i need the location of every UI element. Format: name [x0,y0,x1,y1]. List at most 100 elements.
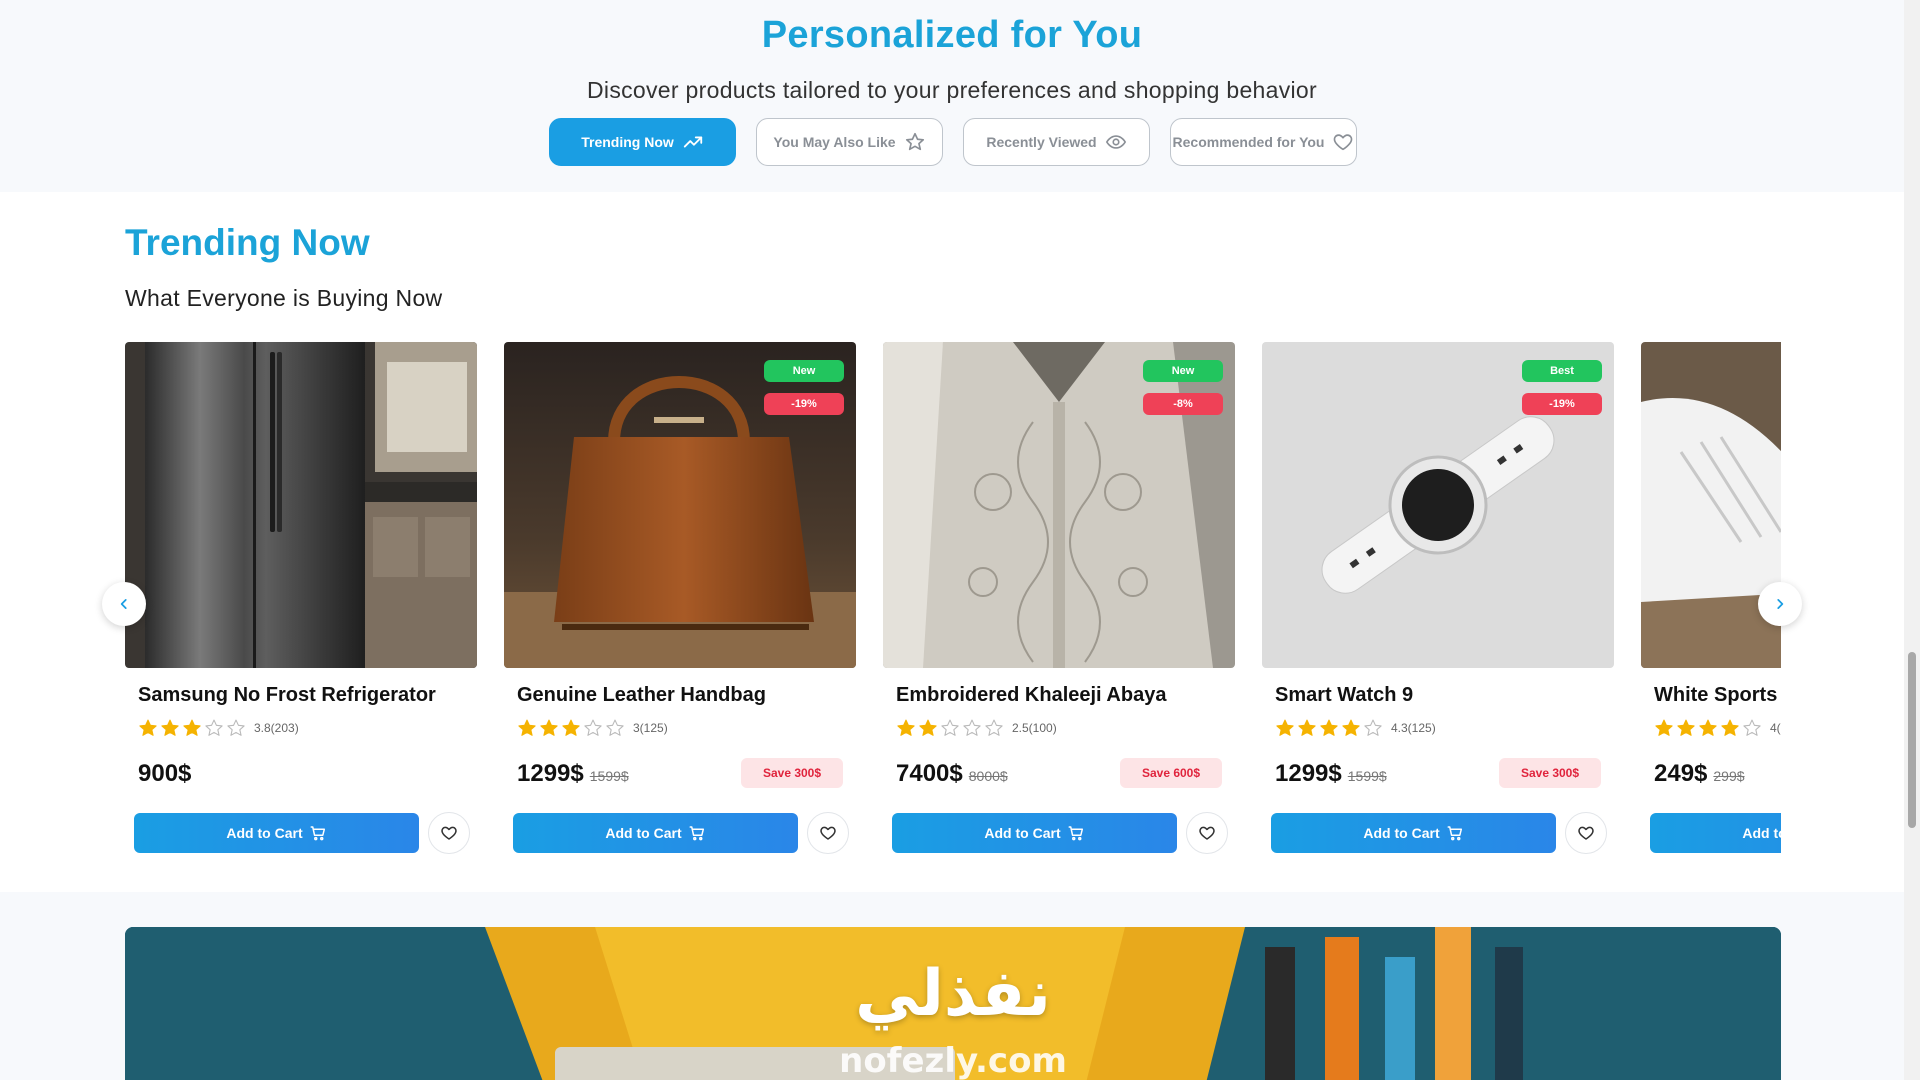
save-badge: Save 300$ [1499,758,1601,788]
rating-text: 3(125) [633,721,668,735]
old-price: 1599$ [1347,768,1387,784]
heart-icon [1199,826,1215,840]
recommendation-tabs: Trending Now You May Also Like Recently … [549,118,1357,166]
discount-badge: -19% [764,393,844,415]
old-price: 1599$ [589,768,629,784]
star-empty-icon [227,719,245,736]
add-to-cart-button[interactable]: Add to Cart [892,813,1177,853]
carousel-prev-button[interactable] [102,582,146,626]
add-to-cart-label: Add to Cart [1742,825,1781,841]
star-empty-icon [963,719,981,736]
product-name[interactable]: Genuine Leather Handbag [517,684,766,707]
star-filled-icon [1320,719,1338,736]
star-filled-icon [562,719,580,736]
old-price: 8000$ [968,768,1008,784]
product-name[interactable]: White Sports Shoes [1654,684,1781,707]
wishlist-button[interactable] [807,812,849,854]
page-title: Personalized for You [761,14,1143,56]
star-filled-icon [897,719,915,736]
wishlist-button[interactable] [428,812,470,854]
product-image-abaya[interactable]: New -8% [883,342,1235,668]
star-filled-icon [161,719,179,736]
chevron-left-icon [120,599,127,609]
save-badge: Save 600$ [1120,758,1222,788]
product-carousel: Samsung No Frost Refrigerator 3.8(203) 9… [125,342,1781,862]
product-price: 1299$ [517,760,584,787]
star-empty-icon [1743,719,1761,736]
add-to-cart-button[interactable]: Add to Cart [513,813,798,853]
product-image-handbag[interactable]: New -19% [504,342,856,668]
add-to-cart-label: Add to Cart [226,825,303,841]
trending-up-icon [683,136,702,148]
tab-label: Trending Now [581,134,674,150]
price-row: 7400$ 8000$ [896,760,1008,788]
star-empty-icon [205,719,223,736]
product-card[interactable]: Best -19% Smart Watch 9 4.3(125) 1299$ 1… [1262,342,1614,862]
heart-icon [820,826,836,840]
cart-icon [1068,826,1083,841]
price-row: 249$ 299$ [1654,760,1745,788]
star-empty-icon [584,719,602,736]
product-card[interactable]: Samsung No Frost Refrigerator 3.8(203) 9… [125,342,477,862]
tab-trending-now[interactable]: Trending Now [549,118,736,166]
add-to-cart-label: Add to Cart [1363,825,1440,841]
product-card[interactable]: New -8% Embroidered Khaleeji Abaya 2.5(1… [883,342,1235,862]
tab-you-may-also-like[interactable]: You May Also Like [756,118,943,166]
product-image-smartwatch[interactable]: Best -19% [1262,342,1614,668]
product-image-refrigerator[interactable] [125,342,477,668]
star-filled-icon [919,719,937,736]
product-rating: 4(125) [1654,718,1781,738]
cart-icon [310,826,325,841]
rating-text: 4(125) [1770,721,1781,735]
promo-banner[interactable]: نفذلي nofezly.com [125,927,1781,1080]
rating-text: 3.8(203) [254,721,299,735]
star-filled-icon [1276,719,1294,736]
new-badge: New [764,360,844,382]
product-price: 900$ [138,760,192,787]
rating-text: 2.5(100) [1012,721,1057,735]
personalized-section: Personalized for You Discover products t… [0,0,1904,192]
product-price: 1299$ [1275,760,1342,787]
tab-label: Recently Viewed [986,134,1097,150]
new-badge: New [1143,360,1223,382]
product-rating: 2.5(100) [896,718,1057,738]
product-image-sneakers[interactable] [1641,342,1781,668]
carousel-next-button[interactable] [1758,582,1802,626]
star-filled-icon [1699,719,1717,736]
star-empty-icon [985,719,1003,736]
product-rating: 4.3(125) [1275,718,1436,738]
scrollbar-thumb[interactable] [1908,652,1916,828]
product-name[interactable]: Samsung No Frost Refrigerator [138,684,436,707]
star-filled-icon [1721,719,1739,736]
page-scrollbar[interactable] [1904,0,1920,1080]
add-to-cart-button[interactable]: Add to Cart [134,813,419,853]
eye-icon [1105,135,1126,149]
heart-icon [1334,134,1353,151]
wishlist-button[interactable] [1186,812,1228,854]
price-row: 900$ [138,760,191,788]
tab-label: You May Also Like [773,134,896,150]
add-to-cart-label: Add to Cart [605,825,682,841]
price-row: 1299$ 1599$ [1275,760,1387,788]
add-to-cart-button[interactable]: Add to Cart [1271,813,1556,853]
tab-recommended-for-you[interactable]: Recommended for You [1170,118,1357,166]
heart-icon [441,826,457,840]
add-to-cart-label: Add to Cart [984,825,1061,841]
save-badge: Save 300$ [741,758,843,788]
product-price: 7400$ [896,760,963,787]
star-empty-icon [1364,719,1382,736]
tab-label: Recommended for You [1172,134,1325,150]
product-rating: 3(125) [517,718,668,738]
product-name[interactable]: Embroidered Khaleeji Abaya [896,684,1166,707]
tab-recently-viewed[interactable]: Recently Viewed [963,118,1150,166]
rating-text: 4.3(125) [1391,721,1436,735]
product-name[interactable]: Smart Watch 9 [1275,684,1413,707]
heart-icon [1578,826,1594,840]
wishlist-button[interactable] [1565,812,1607,854]
star-filled-icon [518,719,536,736]
product-card[interactable]: New -19% Genuine Leather Handbag 3(125) … [504,342,856,862]
old-price: 299$ [1713,768,1745,784]
brand-logo-arabic: نفذلي [855,957,1051,1031]
star-empty-icon [941,719,959,736]
add-to-cart-button[interactable]: Add to Cart [1650,813,1781,853]
